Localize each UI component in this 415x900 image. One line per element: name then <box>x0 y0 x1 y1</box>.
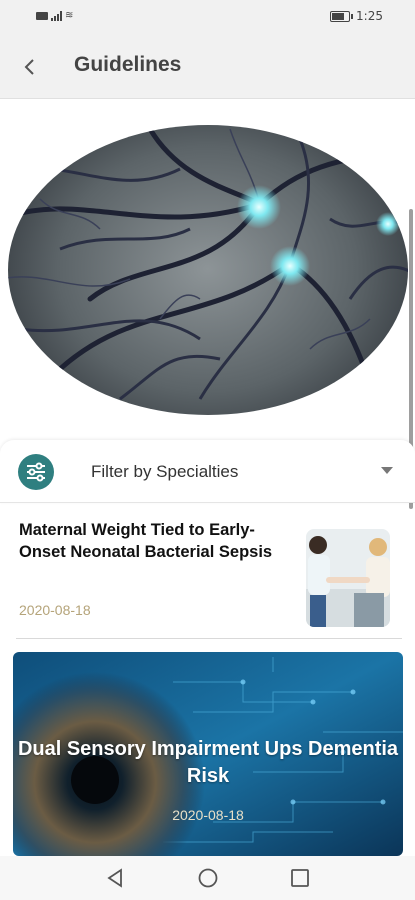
hero-banner <box>0 99 415 509</box>
article-thumbnail <box>306 529 390 627</box>
article-title: Maternal Weight Tied to Early-Onset Neon… <box>19 521 273 561</box>
filter-sliders-icon <box>18 454 54 490</box>
app-bar: Guidelines <box>0 34 415 99</box>
neuron-image <box>8 125 408 415</box>
status-time: 1:25 <box>356 9 383 23</box>
system-nav-bar <box>0 856 415 900</box>
article-date: 2020-08-18 <box>19 602 91 618</box>
chevron-left-icon <box>24 59 34 75</box>
featured-title: Dual Sensory Impairment Ups Dementia Ris… <box>17 738 399 787</box>
nav-recents-button[interactable] <box>287 865 313 891</box>
square-recents-icon <box>291 869 309 887</box>
list-item[interactable]: Maternal Weight Tied to Early-Onset Neon… <box>0 504 415 638</box>
status-bar: ≋ 1:25 <box>0 0 415 34</box>
triangle-back-icon <box>107 868 122 888</box>
page-title: Guidelines <box>74 53 182 76</box>
featured-date: 2020-08-18 <box>172 807 244 823</box>
circle-home-icon <box>198 868 218 888</box>
signal-icons: ≋ <box>36 10 73 21</box>
nav-back-button[interactable] <box>103 865 129 891</box>
filter-dropdown[interactable]: Filter by Specialties <box>0 440 415 503</box>
featured-article-card[interactable]: Dual Sensory Impairment Ups Dementia Ris… <box>13 652 403 856</box>
caret-down-icon <box>381 467 393 474</box>
nfc-icon <box>36 11 48 20</box>
filter-label: Filter by Specialties <box>91 462 239 481</box>
wifi-icon: ≋ <box>65 10 74 21</box>
back-button[interactable] <box>16 53 44 81</box>
signal-icon <box>51 10 62 21</box>
divider <box>16 638 402 639</box>
nav-home-button[interactable] <box>195 865 221 891</box>
battery-icon <box>330 10 354 22</box>
